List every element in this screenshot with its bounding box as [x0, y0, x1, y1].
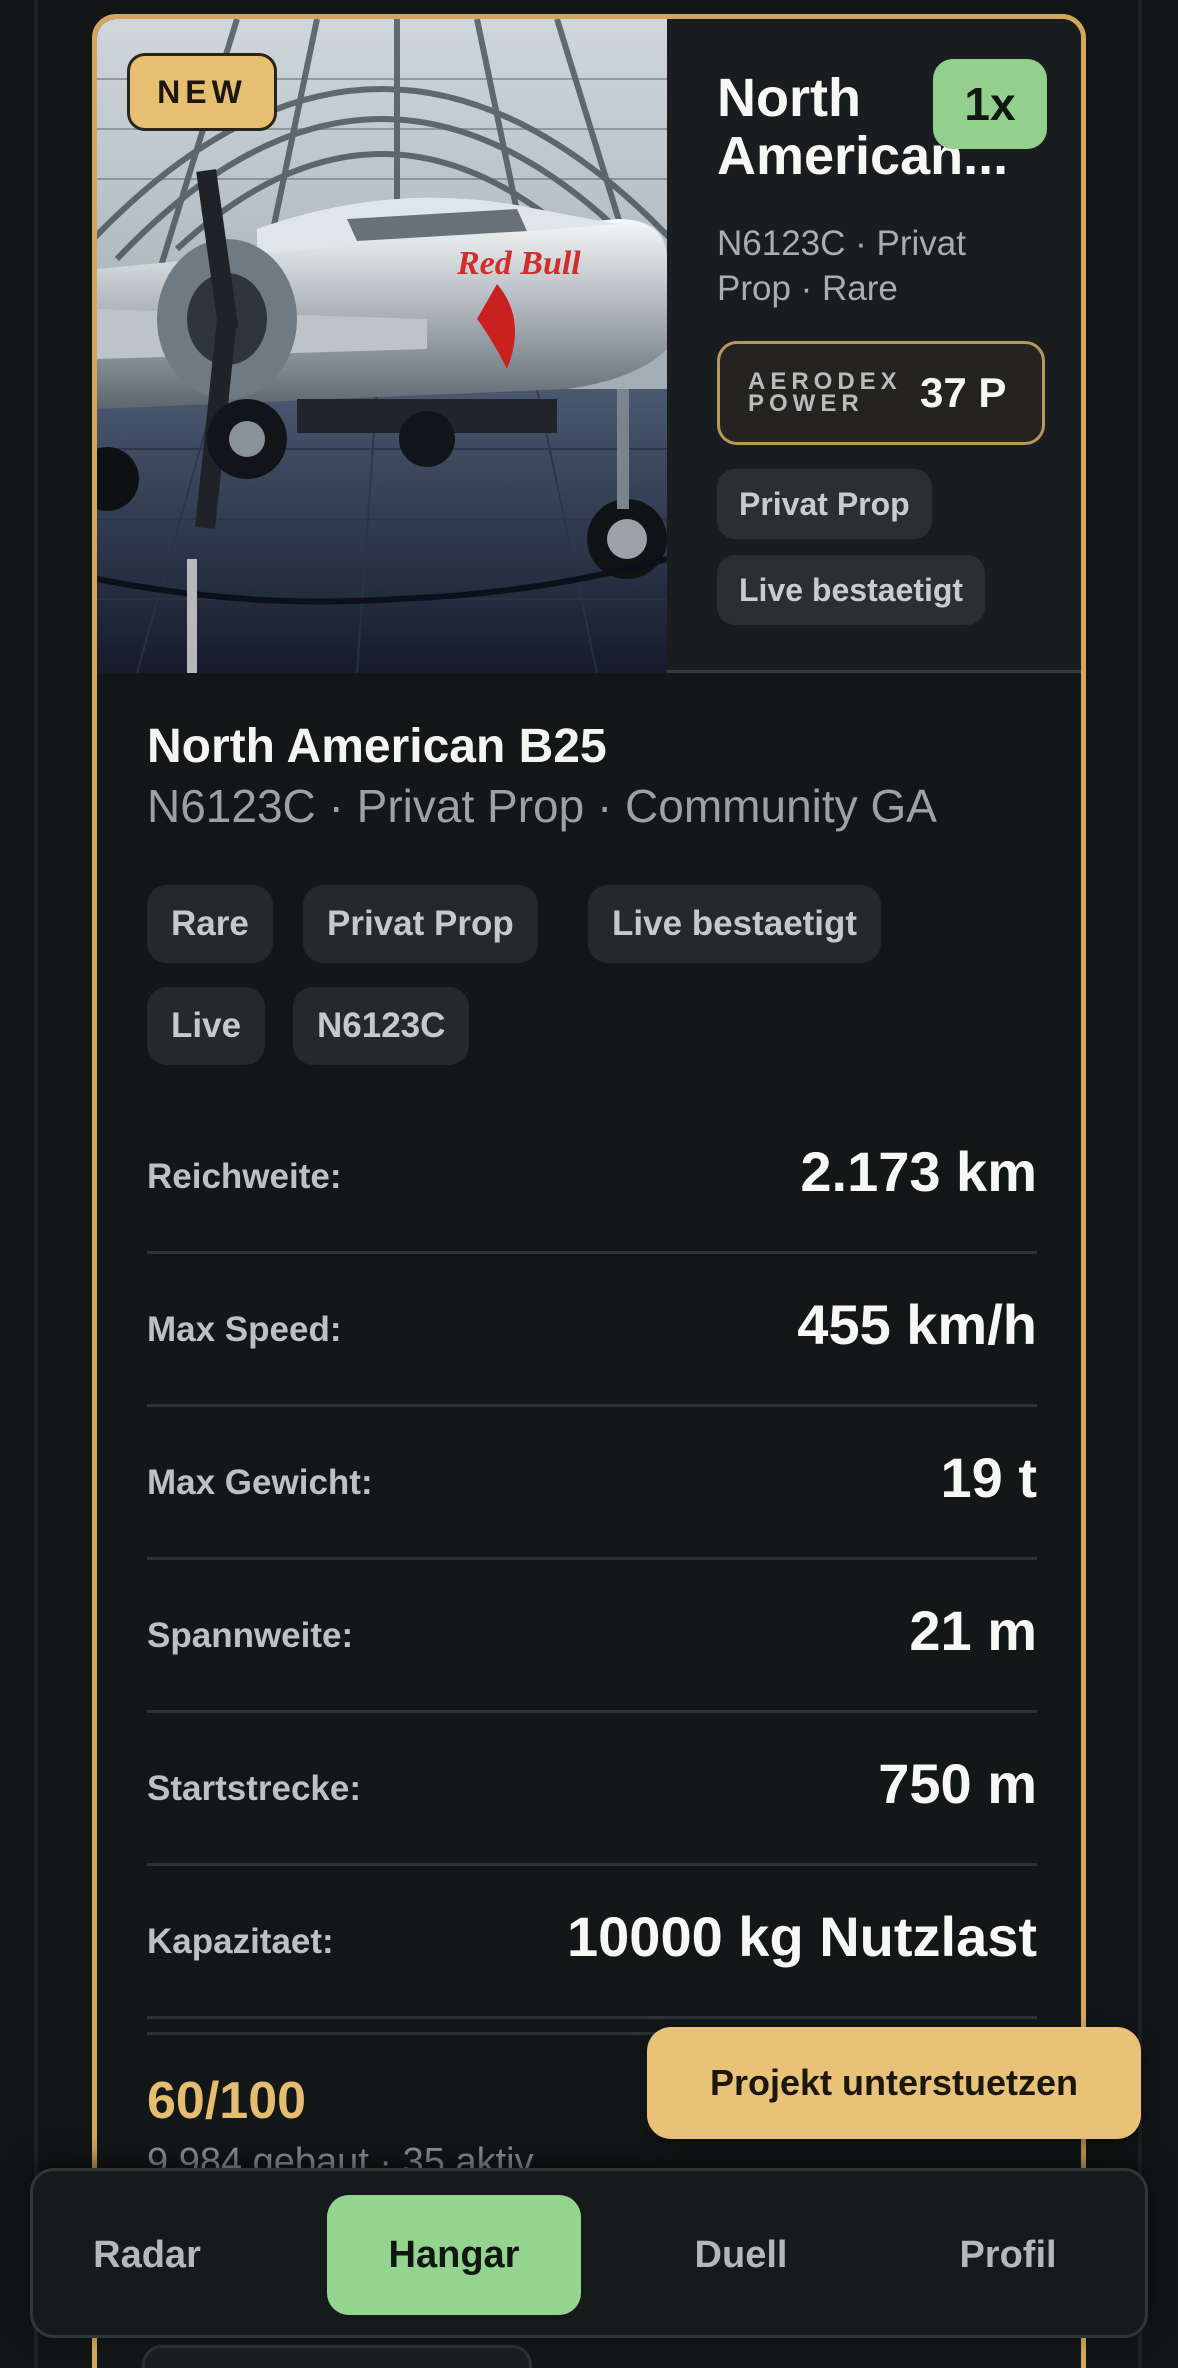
- stat-label: Max Speed:: [147, 1310, 342, 1349]
- nav-profil[interactable]: Profil: [913, 2195, 1103, 2315]
- support-project-button[interactable]: Projekt unterstuetzen: [647, 2027, 1141, 2139]
- stat-row: Max Speed: 455 km/h: [147, 1254, 1037, 1407]
- stat-row: Kapazitaet: 10000 kg Nutzlast: [147, 1866, 1037, 2019]
- aircraft-card[interactable]: Red Bull NEW North American... 1x N6123C…: [92, 14, 1086, 2368]
- stat-value: 10000 kg Nutzlast: [567, 1905, 1037, 1968]
- nav-radar[interactable]: Radar: [67, 2195, 227, 2315]
- right-rail: [1138, 0, 1142, 2368]
- card-header: Red Bull NEW North American... 1x N6123C…: [97, 19, 1081, 673]
- stat-value: 19 t: [940, 1446, 1038, 1509]
- stat-label: Startstrecke:: [147, 1769, 361, 1808]
- card-title-line1: North: [717, 68, 861, 128]
- stat-label: Max Gewicht:: [147, 1463, 373, 1502]
- app-screen: Red Bull NEW North American... 1x N6123C…: [0, 0, 1178, 2368]
- stat-value: 455 km/h: [797, 1293, 1037, 1356]
- next-card-peek: [142, 2345, 532, 2368]
- new-badge: NEW: [127, 53, 277, 131]
- card-meta-top: N6123C · Privat Prop · Rare: [717, 224, 966, 308]
- nav-hangar[interactable]: Hangar: [327, 2195, 581, 2315]
- stat-row: Startstrecke: 750 m: [147, 1713, 1037, 1866]
- stat-label: Kapazitaet:: [147, 1922, 334, 1961]
- left-rail: [34, 0, 38, 2368]
- count-badge: 1x: [933, 59, 1047, 149]
- aircraft-photo: Red Bull NEW: [97, 19, 667, 673]
- aircraft-title: North American B25: [147, 720, 607, 773]
- stats-list: Reichweite: 2.173 km Max Speed: 455 km/h…: [147, 1101, 1037, 2019]
- stat-label: Spannweite:: [147, 1616, 354, 1655]
- stat-value: 21 m: [909, 1599, 1037, 1662]
- bottom-navigation: Radar Hangar Duell Profil: [30, 2168, 1148, 2338]
- score-value: 60/100: [147, 2072, 307, 2130]
- tag-rare: Rare: [147, 885, 273, 963]
- tag-privat-prop: Privat Prop: [303, 885, 538, 963]
- stat-value: 2.173 km: [800, 1140, 1037, 1203]
- power-label: AERODEX POWER: [748, 368, 902, 417]
- svg-text:Red Bull: Red Bull: [456, 245, 581, 282]
- tag-live: Live: [147, 987, 266, 1065]
- chip-privat-prop: Privat Prop: [717, 469, 932, 539]
- power-value: 37 P: [920, 369, 1007, 416]
- stat-value: 750 m: [878, 1752, 1037, 1815]
- tag-registration: N6123C: [293, 987, 470, 1065]
- aerodex-power-box: AERODEX POWER 37 P: [717, 341, 1045, 445]
- chip-live-bestaetigt: Live bestaetigt: [717, 555, 986, 625]
- stat-row: Spannweite: 21 m: [147, 1560, 1037, 1713]
- stat-label: Reichweite:: [147, 1157, 342, 1196]
- stat-row: Reichweite: 2.173 km: [147, 1101, 1037, 1254]
- stat-row: Max Gewicht: 19 t: [147, 1407, 1037, 1560]
- aircraft-subtitle: N6123C · Privat Prop · Community GA: [147, 780, 937, 832]
- nav-duell[interactable]: Duell: [651, 2195, 831, 2315]
- tag-live-bestaetigt: Live bestaetigt: [588, 885, 882, 963]
